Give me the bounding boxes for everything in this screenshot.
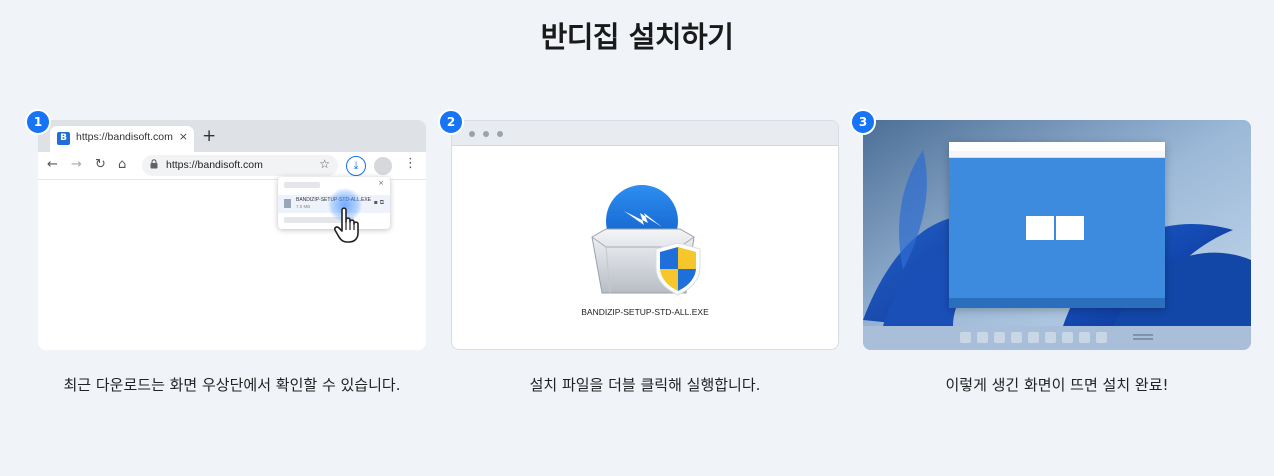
- menu-kebab-icon[interactable]: ⋮: [404, 156, 417, 171]
- window-titlebar: [452, 121, 838, 146]
- taskbar-app-icon[interactable]: [1079, 332, 1090, 343]
- taskbar-app-icon[interactable]: [1096, 332, 1107, 343]
- step-badge-3: 3: [850, 109, 876, 135]
- tab-close-icon[interactable]: ×: [179, 130, 188, 143]
- bandizip-app-window: [949, 142, 1165, 308]
- step-3-caption: 이렇게 생긴 화면이 뜨면 설치 완료!: [945, 376, 1169, 394]
- downloads-icon[interactable]: ⤓: [346, 156, 366, 176]
- step-badge-1: 1: [25, 109, 51, 135]
- step-badge-2: 2: [438, 109, 464, 135]
- forward-icon[interactable]: →: [71, 157, 82, 172]
- new-archive-tile[interactable]: [1056, 216, 1084, 240]
- open-archive-tile[interactable]: [1026, 216, 1054, 240]
- reload-icon[interactable]: ↻: [95, 157, 106, 172]
- app-titlebar: [949, 142, 1165, 151]
- address-url: https://bandisoft.com: [166, 159, 263, 171]
- popup-close-icon[interactable]: ×: [378, 179, 384, 187]
- step-1-browser-screenshot: B https://bandisoft.com × + ← → ↻ ⌂ http…: [38, 120, 426, 350]
- profile-avatar[interactable]: [374, 157, 392, 175]
- browser-toolbar: ← → ↻ ⌂ https://bandisoft.com ☆ ⤓ ⋮: [38, 152, 426, 180]
- bandizip-setup-icon: [591, 185, 701, 296]
- system-tray-icon[interactable]: [1133, 334, 1153, 336]
- hand-pointer-icon: [334, 207, 359, 243]
- step-2-installer-screenshot: BANDIZIP-SETUP-STD-ALL.EXE: [451, 120, 839, 350]
- download-actions[interactable]: ▪ ⧉: [374, 199, 384, 207]
- taskbar-app-icon[interactable]: [1062, 332, 1073, 343]
- step-1-caption: 최근 다운로드는 화면 우상단에서 확인할 수 있습니다.: [63, 376, 401, 394]
- taskbar: [863, 326, 1251, 350]
- page-title: 반디집 설치하기: [540, 20, 734, 54]
- browser-tab-strip: B https://bandisoft.com × +: [38, 120, 426, 152]
- bandizip-favicon-icon: B: [57, 132, 70, 145]
- tab-title: https://bandisoft.com: [76, 131, 173, 143]
- taskbar-app-icon[interactable]: [1028, 332, 1039, 343]
- download-file-size: 7.0 MB: [296, 204, 311, 209]
- file-icon: [284, 199, 291, 208]
- lock-icon: [150, 159, 158, 172]
- start-icon[interactable]: [960, 332, 971, 343]
- step-3-desktop-screenshot: [863, 120, 1251, 350]
- app-menubar: [949, 151, 1165, 158]
- taskbar-app-icon[interactable]: [977, 332, 988, 343]
- browser-tab[interactable]: B https://bandisoft.com ×: [50, 126, 194, 152]
- bookmark-star-icon[interactable]: ☆: [319, 157, 330, 171]
- back-icon[interactable]: ←: [47, 157, 58, 172]
- new-tab-icon[interactable]: +: [202, 126, 216, 146]
- taskbar-app-icon[interactable]: [1011, 332, 1022, 343]
- taskbar-app-icon[interactable]: [994, 332, 1005, 343]
- setup-file-name: BANDIZIP-SETUP-STD-ALL.EXE: [581, 307, 709, 317]
- home-icon[interactable]: ⌂: [118, 157, 126, 172]
- app-statusbar: [949, 298, 1165, 308]
- taskbar-app-icon[interactable]: [1045, 332, 1056, 343]
- address-bar[interactable]: https://bandisoft.com ☆: [142, 155, 338, 176]
- step-2-caption: 설치 파일을 더블 클릭해 실행합니다.: [529, 376, 761, 394]
